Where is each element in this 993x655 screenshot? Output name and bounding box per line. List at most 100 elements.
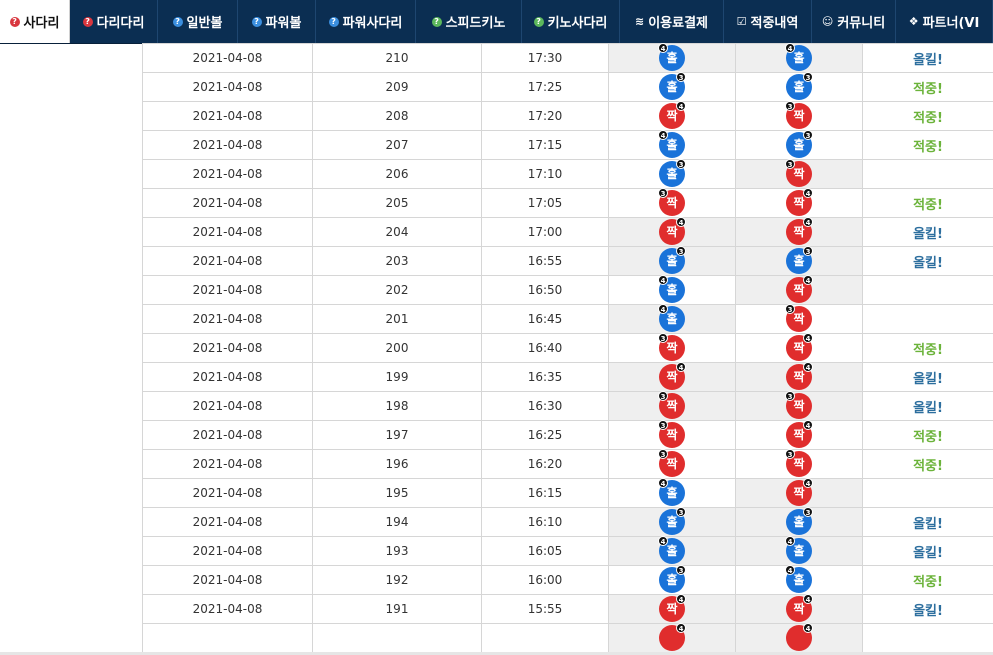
round-cell: 197 — [312, 420, 482, 450]
odd-ball: 홀3 — [659, 159, 686, 187]
tab-label: 파워볼 — [265, 16, 302, 31]
outcome-label: 올킬! — [913, 226, 943, 242]
date-cell — [142, 623, 313, 653]
actual-result-cell: 홀4 — [608, 275, 736, 305]
pick-result-cell: 짝4 — [735, 362, 863, 392]
line-count-badge: 3 — [658, 333, 668, 343]
line-count-badge: 4 — [658, 43, 668, 53]
results-table: 2021-04-08 210 17:30 홀 4 홀 4 올킬! 2021-04-08 209 17… — [142, 43, 993, 653]
time-cell: 16:55 — [481, 246, 609, 276]
outcome-label: 적중! — [913, 574, 943, 590]
question-icon: ? — [82, 16, 93, 27]
ball-label: 홀 — [793, 254, 805, 268]
outcome-cell: 올킬! — [862, 217, 993, 247]
tab-label: 스피드키노 — [445, 16, 506, 31]
table-row: 2021-04-08 204 17:00 짝 4 짝 4 올킬! — [142, 217, 993, 247]
ball-label: 홀 — [666, 312, 678, 326]
pick-result-cell: 짝4 — [735, 420, 863, 450]
date-cell: 2021-04-08 — [142, 362, 313, 392]
line-count-badge: 4 — [676, 623, 686, 633]
tab-7[interactable]: ? 키노사다리 — [522, 0, 620, 43]
round-cell: 204 — [312, 217, 482, 247]
ball-label: 짝 — [666, 341, 678, 355]
tab-8[interactable]: ≋ 이용료결제 — [620, 0, 724, 43]
table-row: 2021-04-08 194 16:10 홀 3 홀 3 올킬! — [142, 507, 993, 537]
line-count-badge: 4 — [658, 536, 668, 546]
question-icon: ? — [9, 16, 20, 27]
even-ball: 짝4 — [659, 594, 686, 622]
tab-label: 파트너(VI — [922, 16, 980, 31]
line-count-badge: 4 — [803, 478, 813, 488]
even-ball: 짝4 — [786, 275, 813, 303]
line-count-badge: 4 — [785, 536, 795, 546]
question-icon: ? — [533, 16, 544, 27]
actual-result-cell: 짝3 — [608, 333, 736, 363]
tab-2[interactable]: ? 다리다리 — [70, 0, 158, 43]
tab-6[interactable]: ? 스피드키노 — [416, 0, 522, 43]
ball-label: 짝 — [793, 486, 805, 500]
even-ball: 짝4 — [659, 217, 686, 245]
tab-1[interactable]: ? 사다리 — [0, 0, 70, 43]
even-ball: 4 — [659, 623, 686, 651]
round-cell: 200 — [312, 333, 482, 363]
pick-result-cell: 짝3 — [735, 101, 863, 131]
outcome-cell: 올킬! — [862, 246, 993, 276]
tab-5[interactable]: ? 파워사다리 — [316, 0, 416, 43]
outcome-cell: 올킬! — [862, 362, 993, 392]
round-cell: 206 — [312, 159, 482, 189]
table-row: 2021-04-08 192 16:00 홀 3 홀 4 적중! — [142, 565, 993, 595]
round-cell: 198 — [312, 391, 482, 421]
outcome-label: 올킬! — [913, 400, 943, 416]
tab-9[interactable]: ☑ 적중내역 — [724, 0, 812, 43]
even-ball: 짝3 — [785, 449, 812, 477]
table-row: 2021-04-08 196 16:20 짝 3 짝 3 적중! — [142, 449, 993, 479]
table-row: 2021-04-08 197 16:25 짝 3 짝 4 적중! — [142, 420, 993, 450]
odd-ball: 홀3 — [659, 507, 686, 535]
tab-11[interactable]: ❖ 파트너(VI — [896, 0, 993, 43]
ball-label: 짝 — [793, 109, 805, 123]
results-table-wrapper: 2021-04-08 210 17:30 홀 4 홀 4 올킬! 2021-04-08 209 17… — [142, 43, 993, 653]
pick-result-cell: 홀3 — [735, 72, 863, 102]
date-cell: 2021-04-08 — [142, 594, 313, 624]
odd-ball: 홀3 — [786, 246, 813, 274]
ball-label: 홀 — [666, 138, 678, 152]
table-row: 2021-04-08 210 17:30 홀 4 홀 4 올킬! — [142, 43, 993, 73]
tab-label: 적중내역 — [750, 16, 799, 31]
ball-label: 짝 — [666, 457, 678, 471]
date-cell: 2021-04-08 — [142, 275, 313, 305]
outcome-cell: 적중! — [862, 449, 993, 479]
line-count-badge: 4 — [676, 217, 686, 227]
ball-label: 짝 — [793, 341, 805, 355]
odd-ball: 홀3 — [786, 507, 813, 535]
line-count-badge: 3 — [676, 565, 686, 575]
tab-4[interactable]: ? 파워볼 — [238, 0, 316, 43]
even-ball: 짝4 — [786, 217, 813, 245]
line-count-badge: 3 — [658, 188, 668, 198]
table-row: 2021-04-08 201 16:45 홀 4 짝 3 — [142, 304, 993, 334]
date-cell: 2021-04-08 — [142, 391, 313, 421]
even-ball: 짝3 — [658, 188, 685, 216]
time-cell: 17:20 — [481, 101, 609, 131]
odd-ball: 홀4 — [658, 536, 685, 564]
even-ball: 짝3 — [785, 391, 812, 419]
date-cell: 2021-04-08 — [142, 72, 313, 102]
even-ball: 짝3 — [785, 101, 812, 129]
pick-result-cell: 홀4 — [735, 565, 863, 595]
tab-label: 파워사다리 — [342, 16, 403, 31]
pick-result-cell: 짝3 — [735, 159, 863, 189]
ball-label: 짝 — [793, 370, 805, 384]
outcome-cell: 올킬! — [862, 536, 993, 566]
pick-result-cell: 짝3 — [735, 304, 863, 334]
round-cell: 208 — [312, 101, 482, 131]
odd-ball: 홀4 — [658, 43, 685, 71]
actual-result-cell: 홀4 — [608, 304, 736, 334]
odd-ball: 홀3 — [659, 246, 686, 274]
ball-label: 짝 — [666, 399, 678, 413]
tab-3[interactable]: ? 일반볼 — [158, 0, 238, 43]
time-cell: 16:20 — [481, 449, 609, 479]
even-ball: 짝3 — [785, 304, 812, 332]
actual-result-cell: 홀4 — [608, 536, 736, 566]
tab-10[interactable]: ☺ 커뮤니티 — [812, 0, 896, 43]
ball-label: 홀 — [666, 51, 678, 65]
ball-label: 홀 — [793, 51, 805, 65]
